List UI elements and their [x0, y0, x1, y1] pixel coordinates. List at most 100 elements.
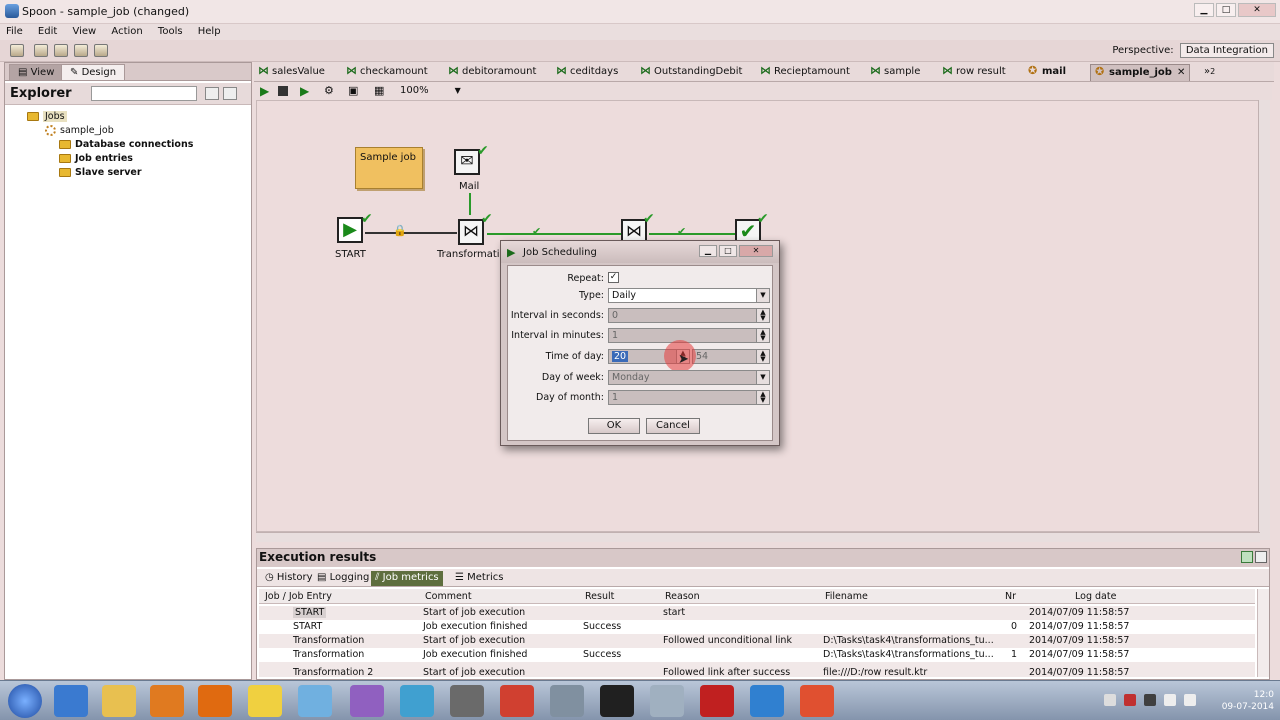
day-of-week-select[interactable]: Monday — [608, 370, 760, 385]
tree-sample-job[interactable]: sample_job — [45, 125, 114, 136]
interval-minutes-stepper[interactable]: ▲ ▼ — [756, 328, 770, 343]
tab-salesvalue[interactable]: ⋈ salesValue — [258, 64, 325, 81]
app-icon[interactable] — [550, 685, 584, 717]
table-row[interactable]: START Job execution finished Success 0 2… — [259, 620, 1255, 634]
maximize-panel-icon[interactable] — [1241, 551, 1253, 563]
visual-studio-icon[interactable] — [350, 685, 384, 717]
tab-recieptamount[interactable]: ⋈ Recieptamount — [760, 64, 850, 81]
run-icon[interactable]: ▶ — [260, 84, 269, 98]
menu-action[interactable]: Action — [105, 24, 148, 37]
col-result[interactable]: Result — [585, 591, 614, 602]
tray-arrow-icon[interactable] — [1104, 694, 1116, 706]
day-of-month-input[interactable]: 1 — [608, 390, 760, 405]
perspective-button[interactable]: Data Integration — [1179, 43, 1274, 58]
network-icon[interactable] — [1164, 694, 1176, 706]
tab-row-result[interactable]: ⋈ row result — [942, 64, 1006, 81]
cancel-button[interactable]: Cancel — [646, 418, 700, 434]
time-minute-stepper[interactable]: ▲ ▼ — [756, 349, 770, 364]
close-button[interactable]: ✕ — [1238, 3, 1276, 17]
tab-metrics[interactable]: ☰ Metrics — [451, 571, 507, 586]
notepad-icon[interactable] — [650, 685, 684, 717]
expand-all-icon[interactable] — [205, 87, 219, 100]
zoom-select[interactable]: 100% ▼ — [400, 85, 461, 96]
col-nr[interactable]: Nr — [1005, 591, 1016, 602]
hs-app-icon[interactable] — [248, 685, 282, 717]
tab-overflow[interactable]: »2 — [1204, 64, 1215, 81]
replay-icon[interactable]: ▶ — [300, 84, 309, 98]
note-sample-job[interactable]: Sample job — [355, 147, 423, 189]
canvas-vertical-scrollbar[interactable] — [1258, 100, 1270, 540]
save-icon[interactable] — [74, 44, 88, 57]
maximize-button[interactable]: □ — [1216, 3, 1236, 17]
remote-desktop-icon[interactable] — [298, 685, 332, 717]
new-file-icon[interactable] — [10, 44, 24, 57]
chevron-down-icon[interactable]: ▼ — [756, 370, 770, 385]
tab-history[interactable]: ◷ History — [261, 571, 316, 586]
acrobat-icon[interactable] — [700, 685, 734, 717]
tray-app-icon[interactable] — [1124, 694, 1136, 706]
tab-debitoramount[interactable]: ⋈ debitoramount — [448, 64, 536, 81]
preview-icon[interactable]: ⚙ — [324, 84, 334, 97]
dialog-close-button[interactable]: ✕ — [739, 245, 773, 257]
tab-job-metrics[interactable]: ⫽ Job metrics — [371, 571, 443, 586]
chevron-down-icon[interactable]: ▼ — [756, 288, 770, 303]
media-player-icon[interactable] — [150, 685, 184, 717]
col-filename[interactable]: Filename — [825, 591, 868, 602]
interval-seconds-stepper[interactable]: ▲ ▼ — [756, 308, 770, 323]
repeat-checkbox[interactable]: ✓ — [608, 272, 619, 283]
tab-mail[interactable]: ✪ mail — [1028, 64, 1066, 81]
tray-app-icon[interactable] — [1144, 694, 1156, 706]
hide-panel-icon[interactable] — [1255, 551, 1267, 563]
dialog-maximize-button[interactable]: □ — [719, 245, 737, 257]
start-button[interactable] — [8, 684, 42, 718]
file-explorer-icon[interactable] — [102, 685, 136, 717]
canvas-horizontal-scrollbar[interactable] — [256, 532, 1260, 542]
col-reason[interactable]: Reason — [665, 591, 700, 602]
explorer-search-input[interactable] — [91, 86, 197, 101]
table-row[interactable]: Transformation Job execution finished Su… — [259, 648, 1255, 662]
minimize-button[interactable]: ▁ — [1194, 3, 1214, 17]
col-entry[interactable]: Job / Job Entry — [265, 591, 332, 602]
app-icon[interactable] — [750, 685, 784, 717]
menu-view[interactable]: View — [66, 24, 102, 37]
tab-sample-job[interactable]: ✪ sample_job ✕ — [1090, 64, 1191, 81]
open-file-icon[interactable] — [34, 44, 48, 57]
taskbar-clock[interactable]: 12:0 09-07-2014 — [1222, 689, 1274, 713]
start-entry[interactable]: ▶ — [337, 217, 363, 243]
app-icon[interactable] — [450, 685, 484, 717]
firefox-icon[interactable] — [198, 685, 232, 717]
tree-jobs[interactable]: Jobs — [27, 111, 67, 122]
tree-job-entries[interactable]: Job entries — [59, 153, 133, 164]
office-icon[interactable] — [800, 685, 834, 717]
sql-icon[interactable]: ▦ — [374, 84, 384, 97]
table-scrollbar[interactable] — [1257, 589, 1269, 677]
skype-icon[interactable] — [400, 685, 434, 717]
tab-logging[interactable]: ▤ Logging — [313, 571, 373, 586]
close-tab-icon[interactable]: ✕ — [1177, 67, 1185, 78]
menu-tools[interactable]: Tools — [152, 24, 189, 37]
table-row[interactable]: Transformation Start of job execution Fo… — [259, 634, 1255, 648]
tab-view[interactable]: ▤ View — [9, 64, 64, 80]
command-prompt-icon[interactable] — [600, 685, 634, 717]
day-of-month-stepper[interactable]: ▲ ▼ — [756, 390, 770, 405]
internet-explorer-icon[interactable] — [54, 685, 88, 717]
collapse-all-icon[interactable] — [223, 87, 237, 100]
tab-design[interactable]: ✎ Design — [61, 64, 126, 80]
tab-ceditdays[interactable]: ⋈ ceditdays — [556, 64, 618, 81]
dialog-minimize-button[interactable]: ▁ — [699, 245, 717, 257]
table-row[interactable]: START Start of job execution start 2014/… — [259, 606, 1255, 620]
table-row[interactable]: Transformation 2 Start of job execution … — [259, 662, 1255, 677]
tree-database-connections[interactable]: Database connections — [59, 139, 193, 150]
col-comment[interactable]: Comment — [425, 591, 472, 602]
explore-repository-icon[interactable] — [54, 44, 68, 57]
col-log-date[interactable]: Log date — [1075, 591, 1116, 602]
menu-edit[interactable]: Edit — [32, 24, 63, 37]
time-minute-input[interactable]: 54 — [692, 349, 760, 364]
tree-slave-server[interactable]: Slave server — [59, 167, 142, 178]
stop-icon[interactable] — [278, 86, 288, 96]
ok-button[interactable]: OK — [588, 418, 640, 434]
type-select[interactable]: Daily — [608, 288, 760, 303]
menu-help[interactable]: Help — [192, 24, 227, 37]
tab-outstandingdebit[interactable]: ⋈ OutstandingDebit — [640, 64, 742, 81]
tab-sample[interactable]: ⋈ sample — [870, 64, 920, 81]
